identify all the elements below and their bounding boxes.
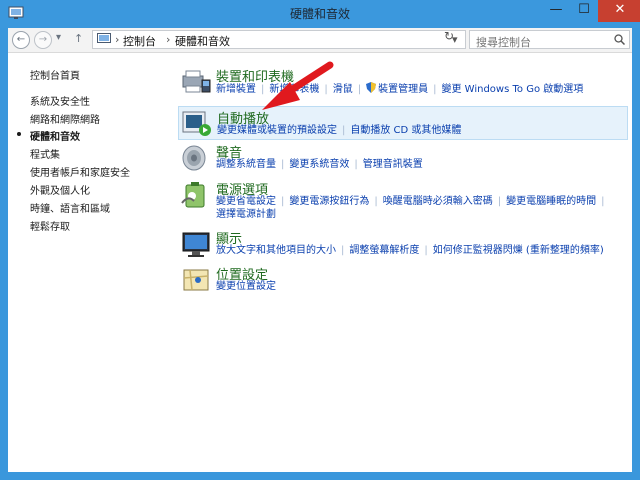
sidebar-item-appearance[interactable]: 外觀及個人化 — [30, 182, 90, 197]
link-sleep-time[interactable]: 變更電腦睡眠的時間 — [506, 196, 596, 207]
sidebar-item-programs[interactable]: 程式集 — [30, 146, 60, 161]
breadcrumb-separator: › — [166, 33, 171, 46]
up-button[interactable]: ↑ — [74, 32, 83, 45]
link-require-password[interactable]: 喚醒電腦時必須輸入密碼 — [383, 196, 493, 207]
category-links-sound: 調整系統音量 | 變更系統音效 | 管理音訊裝置 — [216, 159, 423, 170]
search-icon[interactable] — [614, 34, 625, 45]
category-devices-printers: 裝置和印表機 新增裝置 | 新增印表機 | 滑鼠 | 裝置管理員 | 變更 Windows To… — [180, 66, 630, 106]
link-adjust-volume[interactable]: 調整系統音量 — [216, 159, 276, 170]
link-text-size[interactable]: 放大文字和其他項目的大小 — [216, 245, 336, 256]
sidebar-item-system-security[interactable]: 系統及安全性 — [30, 93, 90, 108]
category-power-options: 電源選項 變更省電設定 | 變更電源按鈕行為 | 喚醒電腦時必須輸入密碼 | 變更電腦睡眠的… — [180, 179, 630, 227]
content-area: 控制台首頁 系統及安全性 網路和網際網路 硬體和音效 程式集 使用者帳戶和家庭安… — [8, 53, 632, 472]
title-bar[interactable]: 硬體和音效 — ☐ ✕ — [0, 0, 640, 28]
link-autoplay-cd[interactable]: 自動播放 CD 或其他媒體 — [350, 125, 461, 136]
forward-button[interactable]: → — [34, 31, 52, 49]
breadcrumb-control-panel[interactable]: 控制台 — [123, 33, 156, 49]
link-add-device[interactable]: 新增裝置 — [216, 84, 256, 95]
location-settings-icon — [183, 269, 209, 291]
breadcrumb-separator: › — [115, 33, 120, 46]
refresh-button[interactable]: ↻ — [440, 29, 458, 43]
control-panel-window: 硬體和音效 — ☐ ✕ ← → ▾ ↑ › 控制台 › 硬體和音效 ▾ ↻ 搜尋… — [0, 0, 640, 480]
link-power-plan[interactable]: 選擇電源計劃 — [216, 209, 276, 220]
control-panel-small-icon — [97, 33, 111, 43]
uac-shield-icon — [366, 82, 377, 93]
link-manage-audio[interactable]: 管理音訊裝置 — [363, 159, 423, 170]
link-device-manager[interactable]: 裝置管理員 — [378, 84, 428, 95]
current-item-bullet — [17, 132, 21, 136]
sidebar-item-home[interactable]: 控制台首頁 — [30, 67, 80, 82]
category-links-devices-printers: 新增裝置 | 新增印表機 | 滑鼠 | 裝置管理員 | 變更 Windows To Go 啟動選… — [216, 82, 584, 95]
devices-printers-icon — [182, 70, 211, 93]
link-power-saving[interactable]: 變更省電設定 — [216, 196, 276, 207]
link-fix-flicker[interactable]: 如何修正監視器閃爍 (重新整理的頻率) — [433, 245, 604, 256]
category-links-autoplay: 變更媒體或裝置的預設設定 | 自動播放 CD 或其他媒體 — [217, 125, 462, 136]
sidebar: 控制台首頁 系統及安全性 網路和網際網路 硬體和音效 程式集 使用者帳戶和家庭安… — [8, 53, 173, 472]
category-display: 顯示 放大文字和其他項目的大小 | 調整螢幕解析度 | 如何修正監視器閃爍 (重新整理的… — [180, 228, 630, 268]
link-change-default-media[interactable]: 變更媒體或裝置的預設設定 — [217, 125, 337, 136]
link-change-location[interactable]: 變更位置設定 — [216, 281, 276, 292]
power-options-icon — [181, 182, 205, 208]
speaker-icon — [182, 145, 206, 171]
sidebar-item-ease-of-access[interactable]: 輕鬆存取 — [30, 218, 70, 233]
link-change-sounds[interactable]: 變更系統音效 — [289, 159, 349, 170]
link-mouse[interactable]: 滑鼠 — [333, 84, 353, 95]
category-links-display: 放大文字和其他項目的大小 | 調整螢幕解析度 | 如何修正監視器閃爍 (重新整理的頻率) — [216, 245, 604, 256]
category-links-location-settings: 變更位置設定 — [216, 280, 626, 293]
sidebar-item-clock-language[interactable]: 時鐘、語言和區域 — [30, 200, 110, 215]
navigation-bar: ← → ▾ ↑ › 控制台 › 硬體和音效 ▾ ↻ — [8, 28, 632, 53]
breadcrumb-hardware-sound[interactable]: 硬體和音效 — [175, 33, 230, 49]
close-button[interactable]: ✕ — [598, 0, 640, 22]
search-input[interactable] — [474, 34, 608, 51]
maximize-button[interactable]: ☐ — [570, 0, 598, 22]
category-sound: 聲音 調整系統音量 | 變更系統音效 | 管理音訊裝置 — [180, 142, 630, 182]
address-bar[interactable]: › 控制台 › 硬體和音效 ▾ — [92, 30, 466, 49]
back-button[interactable]: ← — [12, 31, 30, 49]
link-screen-resolution[interactable]: 調整螢幕解析度 — [349, 245, 419, 256]
category-autoplay: 自動播放 變更媒體或裝置的預設設定 | 自動播放 CD 或其他媒體 — [178, 106, 628, 140]
sidebar-item-user-accounts[interactable]: 使用者帳戶和家庭安全 — [30, 164, 130, 179]
link-add-printer[interactable]: 新增印表機 — [269, 84, 319, 95]
category-links-power-options: 變更省電設定 | 變更電源按鈕行為 | 喚醒電腦時必須輸入密碼 | 變更電腦睡眠的時間 | 選擇… — [216, 196, 605, 220]
recent-locations-dropdown[interactable]: ▾ — [56, 32, 61, 43]
category-location-settings: 位置設定 變更位置設定 — [180, 264, 630, 304]
minimize-button[interactable]: — — [542, 0, 570, 22]
link-windows-to-go[interactable]: 變更 Windows To Go 啟動選項 — [442, 84, 584, 95]
autoplay-icon — [182, 111, 211, 136]
sidebar-item-hardware-sound[interactable]: 硬體和音效 — [30, 128, 80, 143]
sidebar-item-network[interactable]: 網路和網際網路 — [30, 111, 100, 126]
link-power-button[interactable]: 變更電源按鈕行為 — [289, 196, 369, 207]
search-box[interactable] — [469, 30, 630, 51]
display-icon — [182, 232, 210, 257]
